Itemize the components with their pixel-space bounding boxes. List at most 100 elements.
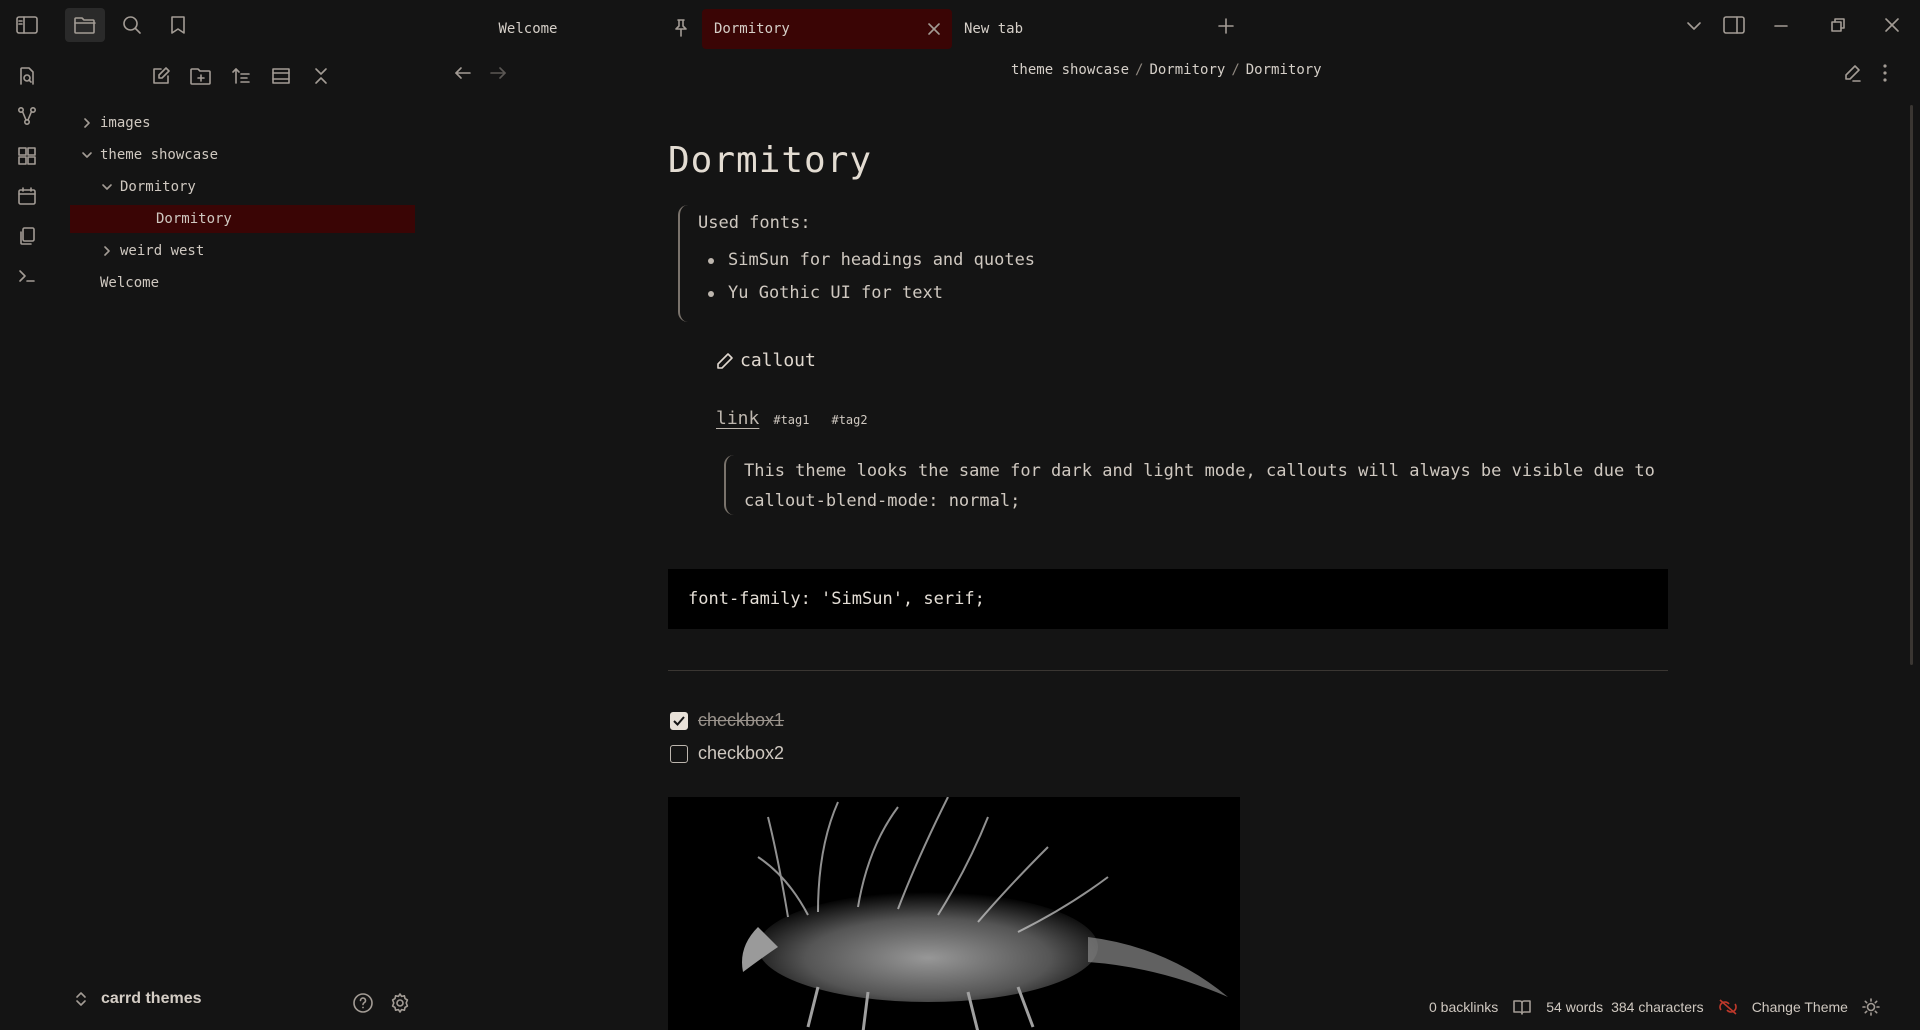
minimize-window-icon[interactable] [1773,24,1789,28]
quote-line: callout-blend-mode: normal; [744,491,1021,511]
change-theme-button[interactable]: Change Theme [1752,999,1848,1015]
new-tab-plus-icon[interactable] [1217,17,1235,35]
font-list: SimSun for headings and quotes Yu Gothic… [708,244,1278,310]
sync-error-icon[interactable] [1718,998,1738,1016]
blockquote-note: This theme looks the same for dark and l… [724,455,1664,515]
tab-list-chevron-down-icon[interactable] [1686,18,1702,34]
chevron-down-icon [98,182,116,192]
list-item: SimSun for headings and quotes [708,244,1278,277]
status-bar: 0 backlinks 54 words 384 characters Chan… [1429,998,1880,1016]
tree-label: images [100,115,151,131]
tab-label: New tab [964,21,1024,37]
list-item-text: SimSun for headings and quotes [728,250,1036,270]
help-icon[interactable] [352,992,374,1014]
command-palette-icon[interactable] [14,263,40,289]
embedded-image [668,797,1240,1030]
tree-folder-theme-showcase[interactable]: theme showcase [78,141,378,169]
breadcrumb-separator: / [1135,62,1144,78]
pin-icon[interactable] [673,18,689,38]
chevron-up-down-icon [75,991,87,1007]
vault-switcher[interactable]: carrd themes [75,990,202,1008]
callout-title: callout [740,350,816,371]
checkbox-item-2[interactable]: checkbox2 [670,743,784,764]
tab-label: Dormitory [714,21,790,37]
tab-welcome[interactable]: Welcome [453,9,603,49]
tree-note-dormitory[interactable]: Dormitory [70,205,415,233]
checkbox-checked[interactable] [670,711,688,730]
backlinks-count[interactable]: 0 backlinks [1429,999,1498,1015]
file-explorer-sidebar: images theme showcase Dormitory Dormitor… [55,0,415,1030]
collapse-all-icon[interactable] [307,62,335,90]
tree-label: theme showcase [100,147,219,163]
list-item: Yu Gothic UI for text [708,277,1278,310]
canvas-icon[interactable] [14,143,40,169]
auto-reveal-icon[interactable] [267,62,295,90]
quote-heading: Used fonts: [698,213,811,233]
tree-note-welcome[interactable]: Welcome [100,269,380,297]
files-tab-icon[interactable] [65,8,105,42]
breadcrumb-item[interactable]: theme showcase [1011,62,1129,78]
link-row: link #tag1 #tag2 [716,408,868,429]
checkbox-item-1[interactable]: checkbox1 [670,710,784,731]
open-quick-switcher-icon[interactable] [14,63,40,89]
tree-folder-dormitory[interactable]: Dormitory [98,173,378,201]
tab-new-tab[interactable]: New tab [964,9,1084,49]
more-options-icon[interactable] [1882,63,1888,83]
tag[interactable]: #tag2 [831,413,867,427]
reading-view-book-icon[interactable] [1512,998,1532,1016]
breadcrumb-item[interactable]: Dormitory [1149,62,1225,78]
code-block: font-family: 'SimSun', serif; [668,569,1668,629]
tree-label: Dormitory [156,211,232,227]
note-title: Dormitory [668,140,873,181]
callout: callout [716,350,816,371]
tree-label: weird west [120,243,205,259]
list-item-text: Yu Gothic UI for text [728,283,943,303]
internal-link[interactable]: link [716,408,759,429]
toggle-sidebar-icon[interactable] [14,12,40,38]
tree-label: Welcome [100,275,160,291]
chevron-right-icon [98,245,116,257]
restore-window-icon[interactable] [1830,17,1846,33]
pencil-icon [716,352,734,370]
bookmark-icon[interactable] [158,8,198,42]
blockquote-fonts: Used fonts: SimSun for headings and quot… [678,205,1278,322]
graph-view-icon[interactable] [14,103,40,129]
sort-order-icon[interactable] [227,62,255,90]
word-count: 54 words [1546,999,1604,1015]
new-folder-icon[interactable] [187,62,215,90]
chevron-down-icon [78,150,96,160]
tab-label: Welcome [498,21,558,37]
new-note-icon[interactable] [147,62,175,90]
tab-dormitory[interactable]: Dormitory [702,9,952,49]
checkbox-unchecked[interactable] [670,744,688,763]
forward-arrow-icon[interactable] [488,64,508,82]
breadcrumb-separator: / [1231,62,1240,78]
back-arrow-icon[interactable] [453,64,473,82]
templates-copy-icon[interactable] [14,223,40,249]
sun-icon[interactable] [1862,998,1880,1016]
checkbox-label: checkbox2 [698,743,785,763]
tree-folder-weird-west[interactable]: weird west [98,237,378,265]
tag[interactable]: #tag1 [773,413,809,427]
close-tab-icon[interactable] [926,21,942,37]
horizontal-rule [668,670,1668,671]
left-ribbon [0,0,55,1030]
settings-gear-icon[interactable] [389,992,411,1014]
checkbox-label: checkbox1 [698,710,785,730]
vault-name: carrd themes [101,990,202,1007]
breadcrumb-item[interactable]: Dormitory [1246,62,1322,78]
tree-folder-images[interactable]: images [78,109,378,137]
close-window-icon[interactable] [1884,17,1900,33]
code-text: font-family: 'SimSun', serif; [688,589,985,609]
chevron-right-icon [78,117,96,129]
tree-label: Dormitory [120,179,196,195]
creature-image [742,797,1228,1030]
edit-pencil-icon[interactable] [1843,64,1861,82]
search-icon[interactable] [112,8,152,42]
breadcrumb: theme showcase / Dormitory / Dormitory [1011,62,1322,78]
scrollbar[interactable] [1910,105,1913,665]
character-count: 384 characters [1611,999,1704,1015]
toggle-right-sidebar-icon[interactable] [1723,15,1745,35]
daily-note-calendar-icon[interactable] [14,183,40,209]
quote-line: This theme looks the same for dark and l… [744,461,1655,481]
